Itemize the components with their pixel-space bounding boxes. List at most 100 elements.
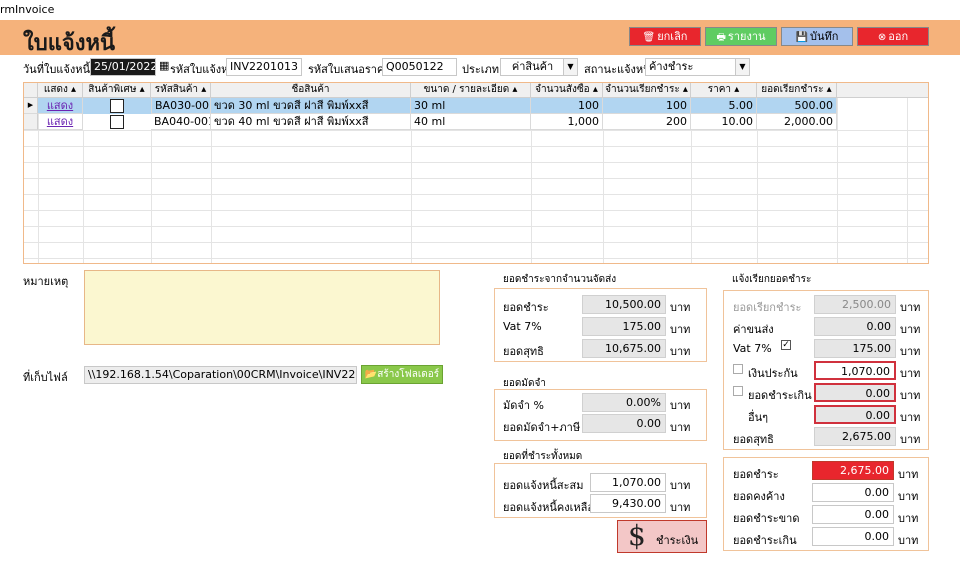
col-price[interactable]: ราคา ▴ — [691, 83, 757, 98]
outstanding-label: ยอดคงค้าง — [733, 490, 785, 503]
remaining-label: ยอดแจ้งหนี้คงเหลือ — [503, 501, 594, 514]
col-qty-order[interactable]: จำนวนสั่งซื้อ ▴ — [531, 83, 603, 98]
unit-label: บาท — [900, 345, 921, 358]
row-show-link[interactable]: แสดง — [38, 114, 83, 130]
deposit-tax-label: ยอดมัดจำ+ภาษี — [503, 421, 581, 434]
row-qty-bill[interactable]: 200 — [603, 114, 691, 130]
unit-label: บาท — [900, 433, 921, 446]
col-code[interactable]: รหัสสินค้า ▴ — [151, 83, 211, 98]
unit-label: บาท — [900, 301, 921, 314]
other-label: อื่นๆ — [748, 411, 769, 424]
overpaid-label: ยอดชำระเกิน — [748, 389, 812, 402]
col-name[interactable]: ชื่อสินค้า — [211, 83, 411, 98]
unit-label: บาท — [898, 468, 919, 481]
unit-label: บาท — [898, 512, 919, 525]
trash-icon: 🗑 — [642, 32, 656, 43]
status-select[interactable]: ค้างชำระ ▼ — [645, 58, 750, 76]
report-button[interactable]: 🖶 รายงาน — [705, 27, 777, 46]
row-amount: 2,000.00 — [757, 114, 837, 130]
remark-label: หมายเหตุ — [23, 275, 69, 288]
pay-button-label: ชำระเงิน — [656, 534, 699, 547]
row-amount: 500.00 — [757, 98, 837, 114]
quote-no-field[interactable]: Q0050122 — [382, 58, 457, 76]
payment-overpaid-label: ยอดชำระเกิน — [733, 534, 797, 547]
chevron-down-icon[interactable]: ▼ — [735, 59, 749, 75]
invoice-items-grid[interactable]: แสดง ▴ สินค้าพิเศษ ▴ รหัสสินค้า ▴ ชื่อสิ… — [23, 82, 929, 264]
guarantee-checkbox[interactable] — [733, 364, 743, 374]
row-selector[interactable] — [24, 114, 38, 130]
unit-label: บาท — [898, 534, 919, 547]
unit-label: บาท — [670, 399, 691, 412]
folder-path-field[interactable]: \\192.168.1.54\Coparation\00CRM\Invoice\… — [84, 366, 357, 384]
row-price: 10.00 — [691, 114, 757, 130]
title-bar: rmInvoice — [0, 0, 960, 20]
unit-label: บาท — [670, 301, 691, 314]
outstanding-value: 0.00 — [812, 483, 894, 502]
unit-label: บาท — [900, 323, 921, 336]
row-qty-bill[interactable]: 100 — [603, 98, 691, 114]
col-amount[interactable]: ยอดเรียกชำระ ▴ — [757, 83, 837, 98]
payment-overpaid-value: 0.00 — [812, 527, 894, 546]
close-circle-icon: ⊗ — [877, 32, 887, 43]
accumulated-value[interactable]: 1,070.00 — [590, 473, 666, 492]
row-price: 5.00 — [691, 98, 757, 114]
delivery-net-label: ยอดสุทธิ — [503, 345, 544, 358]
delivery-vat-label: Vat 7% — [503, 320, 542, 333]
payment-amount-value[interactable]: 2,675.00 — [812, 461, 894, 480]
guarantee-label: เงินประกัน — [748, 367, 798, 380]
unit-label: บาท — [900, 389, 921, 402]
row-size: 30 ml — [411, 98, 531, 114]
delivery-section-title: ยอดชำระจากจำนวนจัดส่ง — [503, 274, 617, 285]
col-special[interactable]: สินค้าพิเศษ ▴ — [83, 83, 151, 98]
remark-textarea[interactable] — [84, 270, 440, 345]
calendar-icon[interactable]: ▦ — [159, 59, 169, 72]
billing-vat-value: 175.00 — [814, 339, 896, 358]
remaining-value[interactable]: 9,430.00 — [590, 494, 666, 513]
exit-button[interactable]: ⊗ ออก — [857, 27, 929, 46]
unit-label: บาท — [670, 479, 691, 492]
row-selector-icon[interactable]: ▶ — [24, 98, 38, 114]
row-special-checkbox[interactable] — [110, 99, 124, 113]
underpaid-label: ยอดชำระขาด — [733, 512, 800, 525]
type-label: ประเภท — [462, 63, 500, 76]
unit-label: บาท — [900, 411, 921, 424]
overpaid-checkbox[interactable] — [733, 386, 743, 396]
paid-total-section-title: ยอดที่ชำระทั้งหมด — [503, 451, 583, 462]
row-special-checkbox[interactable] — [110, 115, 124, 129]
overpaid-value[interactable]: 0.00 — [814, 383, 896, 402]
billing-net-value: 2,675.00 — [814, 427, 896, 446]
folder-icon: 📂 — [364, 369, 378, 380]
col-qty-bill[interactable]: จำนวนเรียกชำระ ▴ — [603, 83, 691, 98]
vat-checkbox[interactable]: ✓ — [781, 340, 791, 350]
other-value[interactable]: 0.00 — [814, 405, 896, 424]
delivery-amount-label: ยอดชำระ — [503, 301, 549, 314]
folder-label: ที่เก็บไฟล์ — [23, 371, 68, 384]
invoice-no-field[interactable]: INV2201013 — [226, 58, 302, 76]
unit-label: บาท — [670, 323, 691, 336]
row-code: BA040-001 — [151, 114, 211, 130]
create-folder-button[interactable]: 📂สร้างโฟลเดอร์ — [361, 365, 443, 384]
chevron-down-icon[interactable]: ▼ — [563, 59, 577, 75]
billing-vat-label: Vat 7% — [733, 342, 772, 355]
col-size[interactable]: ขนาด / รายละเอียด ▴ — [411, 83, 531, 98]
window-title: rmInvoice — [0, 3, 55, 16]
save-button[interactable]: 💾 บันทึก — [781, 27, 853, 46]
type-select[interactable]: ค่าสินค้า ▼ — [500, 58, 578, 76]
billing-amount-value: 2,500.00 — [814, 295, 896, 314]
row-show-link[interactable]: แสดง — [38, 98, 83, 114]
printer-icon: 🖶 — [716, 32, 726, 43]
guarantee-value[interactable]: 1,070.00 — [814, 361, 896, 380]
row-code: BA030-001 — [151, 98, 211, 114]
date-field[interactable]: 25/01/2022 — [90, 58, 156, 76]
quote-no-label: รหัสใบเสนอราคา — [308, 63, 391, 76]
cancel-button[interactable]: 🗑 ยกเลิก — [629, 27, 701, 46]
pay-button[interactable]: $ ชำระเงิน — [617, 519, 707, 553]
col-show[interactable]: แสดง ▴ — [38, 83, 83, 98]
deposit-percent-value: 0.00% — [582, 393, 666, 412]
row-name: ขวด 40 ml ขวดสี ฝาสี พิมพ์xxสี — [211, 114, 411, 130]
shipping-label: ค่าขนส่ง — [733, 323, 774, 336]
date-label: วันที่ใบแจ้งหนี้ — [23, 63, 90, 76]
invoice-window: rmInvoice ใบแจ้งหนี้ 🗑 ยกเลิก 🖶 รายงาน 💾 บั… — [0, 0, 960, 571]
row-header-corner — [24, 83, 38, 98]
shipping-value[interactable]: 0.00 — [814, 317, 896, 336]
